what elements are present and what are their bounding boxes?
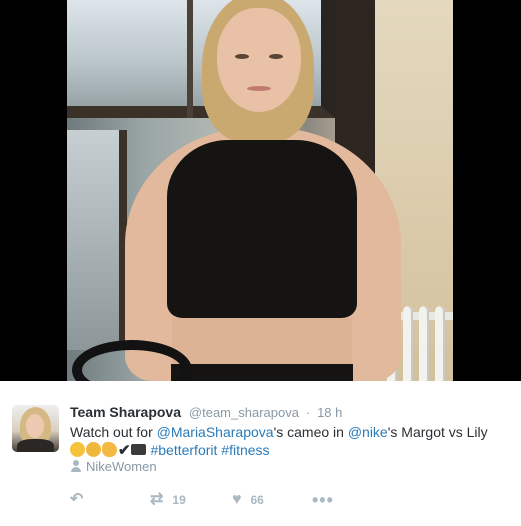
person-icon [70, 460, 82, 472]
text-part: Watch out for [70, 424, 157, 440]
like-count: 66 [250, 493, 264, 507]
sports-top [167, 140, 357, 318]
eye [235, 54, 249, 59]
retweet-icon: ⇄ [150, 491, 164, 508]
flexed-biceps-icon [102, 442, 117, 457]
woman-figure [67, 0, 453, 381]
heart-icon: ♥ [232, 491, 242, 508]
face [217, 8, 301, 112]
avatar[interactable] [12, 405, 59, 452]
text-part: 's cameo in [273, 424, 348, 440]
shorts [171, 364, 353, 381]
video-frame [67, 0, 453, 381]
tweet-header: Team Sharapova @team_sharapova · 18 h [70, 403, 342, 421]
author-handle[interactable]: @team_sharapova [189, 405, 299, 420]
reply-icon: ↶ [70, 491, 84, 508]
retweet-count: 19 [172, 493, 186, 507]
timestamp[interactable]: 18 h [317, 405, 342, 420]
tweet-card: Team Sharapova @team_sharapova · 18 h Wa… [0, 381, 521, 526]
avatar-face [26, 414, 44, 438]
tweet-media[interactable] [0, 0, 521, 381]
text-part: 's Margot vs Lily [387, 424, 488, 440]
check-mark-icon: ✔ [118, 442, 131, 459]
mention-link[interactable]: @MariaSharapova [157, 424, 274, 440]
mouth [247, 86, 271, 91]
movie-camera-icon [130, 444, 146, 455]
eye [269, 54, 283, 59]
author-name[interactable]: Team Sharapova [70, 404, 181, 420]
midriff [172, 318, 352, 368]
mention-link[interactable]: @nike [348, 424, 388, 440]
more-button[interactable]: ••• [312, 490, 343, 510]
avatar-body [17, 439, 54, 452]
location-tag[interactable]: NikeWomen [70, 459, 157, 475]
tweet-text: Watch out for @MariaSharapova's cameo in… [70, 423, 510, 459]
location-label: NikeWomen [86, 459, 157, 474]
hashtag-link[interactable]: #betterforit [150, 442, 217, 458]
retweet-button[interactable]: ⇄ 19 [150, 490, 186, 510]
hashtag-link[interactable]: #fitness [221, 442, 269, 458]
woman-face-icon [86, 442, 101, 457]
more-icon: ••• [312, 490, 334, 510]
tweet-actions: ↶ ⇄ 19 ♥ 66 ••• [70, 490, 510, 510]
like-button[interactable]: ♥ 66 [232, 490, 264, 510]
separator-dot: · [305, 405, 311, 420]
clapping-hands-icon [70, 442, 85, 457]
reply-button[interactable]: ↶ [70, 490, 92, 510]
